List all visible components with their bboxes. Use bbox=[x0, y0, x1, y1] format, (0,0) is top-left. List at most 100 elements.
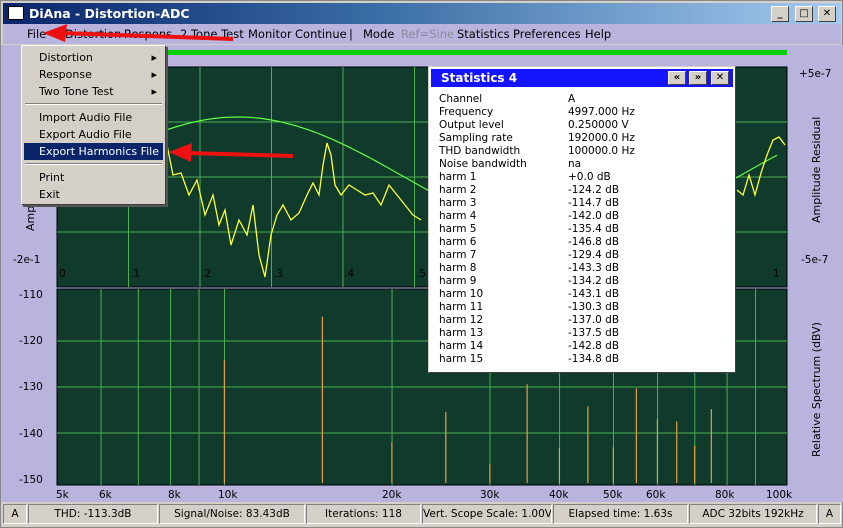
file-menu-import-audio[interactable]: Import Audio File bbox=[24, 109, 163, 126]
upper-right-axis-title: Amplitude Residual bbox=[810, 116, 823, 223]
statistics-value: 4997.000 Hz bbox=[568, 106, 635, 118]
statistics-key: harm 14 bbox=[439, 340, 484, 352]
previous-button[interactable]: « bbox=[668, 71, 686, 85]
lower-x-tick: 5k bbox=[56, 489, 69, 501]
menu-separator: | bbox=[349, 27, 353, 41]
status-elapsed: Elapsed time: 1.63s bbox=[553, 504, 688, 524]
statistics-value: -129.4 dB bbox=[568, 249, 620, 261]
statistics-row: harm 5 -135.4 dB bbox=[439, 223, 729, 236]
file-dropdown-menu: Distortion ▸ Response ▸ Two Tone Test ▸ Imp… bbox=[21, 45, 166, 205]
statistics-row: harm 11 -130.3 dB bbox=[439, 301, 729, 314]
menu-continue[interactable]: Continue bbox=[295, 27, 347, 41]
statistics-key: Channel bbox=[439, 93, 483, 105]
lower-right-axis-title: Relative Spectrum (dBV) bbox=[810, 322, 823, 457]
statistics-key: harm 13 bbox=[439, 327, 484, 339]
statistics-value: -114.7 dB bbox=[568, 197, 620, 209]
status-iterations: Iterations: 118 bbox=[306, 504, 421, 524]
menu-two-tone-test[interactable]: 2 Tone Test bbox=[180, 27, 244, 41]
statistics-value: 192000.0 Hz bbox=[568, 132, 635, 144]
statistics-value: -130.3 dB bbox=[568, 301, 620, 313]
menu-response[interactable]: Respons bbox=[124, 27, 172, 41]
menu-distortion[interactable]: Distortion bbox=[65, 27, 121, 41]
upper-x-tick: .5 bbox=[416, 268, 427, 280]
lower-x-tick: 30k bbox=[480, 489, 500, 501]
statistics-row: THD bandwidth 100000.0 Hz bbox=[439, 145, 729, 158]
statistics-row: harm 1 +0.0 dB bbox=[439, 171, 729, 184]
lower-x-tick: 10k bbox=[218, 489, 238, 501]
statistics-row: Output level 0.250000 V bbox=[439, 119, 729, 132]
file-menu-label: Response bbox=[39, 68, 92, 81]
statistics-title-bar[interactable]: Statistics 4 bbox=[431, 69, 733, 87]
statistics-key: harm 12 bbox=[439, 314, 484, 326]
submenu-arrow-icon: ▸ bbox=[151, 85, 157, 98]
maximize-button[interactable]: □ bbox=[795, 6, 813, 22]
file-menu-distortion[interactable]: Distortion ▸ bbox=[24, 49, 163, 66]
close-button[interactable]: ✕ bbox=[818, 6, 836, 22]
status-adc: ADC 32bits 192kHz bbox=[689, 504, 817, 524]
statistics-value: -137.5 dB bbox=[568, 327, 620, 339]
file-menu-print[interactable]: Print bbox=[24, 169, 163, 186]
menu-statistics[interactable]: Statistics bbox=[457, 27, 510, 41]
statistics-row: Frequency 4997.000 Hz bbox=[439, 106, 729, 119]
app-window: DiAna - Distortion-ADC _ □ ✕ File Distor… bbox=[0, 0, 843, 528]
menu-preferences[interactable]: Preferences bbox=[513, 27, 581, 41]
statistics-value: -124.2 dB bbox=[568, 184, 620, 196]
statistics-value: -143.1 dB bbox=[568, 288, 620, 300]
lower-x-tick: 100k bbox=[766, 489, 793, 501]
statistics-key: Output level bbox=[439, 119, 504, 131]
app-icon bbox=[8, 6, 24, 20]
statistics-window: Statistics 4 « » ✕ Channel A Frequency 4997… bbox=[428, 66, 736, 373]
statistics-key: harm 6 bbox=[439, 236, 477, 248]
statistics-value: -135.4 dB bbox=[568, 223, 620, 235]
file-menu-two-tone-test[interactable]: Two Tone Test ▸ bbox=[24, 83, 163, 100]
statistics-key: harm 3 bbox=[439, 197, 477, 209]
minimize-button[interactable]: _ bbox=[771, 6, 789, 22]
upper-x-tick: 1 bbox=[773, 268, 780, 280]
statistics-value: -142.0 dB bbox=[568, 210, 620, 222]
menu-ref-sine: Ref=Sine bbox=[401, 27, 455, 41]
file-menu-label: Distortion bbox=[39, 51, 93, 64]
lower-x-tick: 6k bbox=[99, 489, 112, 501]
statistics-key: harm 10 bbox=[439, 288, 484, 300]
upper-left-bottom-label: -2e-1 bbox=[13, 254, 41, 266]
menu-mode[interactable]: Mode bbox=[363, 27, 394, 41]
file-menu-response[interactable]: Response ▸ bbox=[24, 66, 163, 83]
statistics-row: harm 15 -134.8 dB bbox=[439, 353, 729, 366]
lower-x-tick: 50k bbox=[603, 489, 623, 501]
statistics-value: -134.8 dB bbox=[568, 353, 620, 365]
statistics-row: harm 9 -134.2 dB bbox=[439, 275, 729, 288]
lower-x-tick: 40k bbox=[549, 489, 569, 501]
status-channel-left: A bbox=[3, 504, 27, 524]
statistics-row: harm 3 -114.7 dB bbox=[439, 197, 729, 210]
statistics-row: harm 8 -143.3 dB bbox=[439, 262, 729, 275]
statistics-close-button[interactable]: ✕ bbox=[711, 71, 729, 85]
lower-x-tick: 20k bbox=[382, 489, 402, 501]
statistics-value: -137.0 dB bbox=[568, 314, 620, 326]
statistics-key: Noise bandwidth bbox=[439, 158, 527, 170]
statistics-row: harm 14 -142.8 dB bbox=[439, 340, 729, 353]
menu-monitor[interactable]: Monitor bbox=[248, 27, 292, 41]
file-menu-label: Two Tone Test bbox=[39, 85, 114, 98]
statistics-title: Statistics 4 bbox=[441, 71, 518, 85]
submenu-arrow-icon: ▸ bbox=[151, 51, 157, 64]
statistics-value: 0.250000 V bbox=[568, 119, 629, 131]
upper-x-tick: 0 bbox=[59, 268, 66, 280]
file-menu-exit[interactable]: Exit bbox=[24, 186, 163, 203]
upper-x-tick: .4 bbox=[344, 268, 355, 280]
statistics-value: +0.0 dB bbox=[568, 171, 611, 183]
menu-file[interactable]: File bbox=[27, 27, 46, 41]
lower-y-tick: -120 bbox=[19, 335, 43, 347]
window-title: DiAna - Distortion-ADC bbox=[29, 6, 190, 21]
statistics-row: harm 2 -124.2 dB bbox=[439, 184, 729, 197]
statistics-value: 100000.0 Hz bbox=[568, 145, 635, 157]
file-menu-export-harmonics[interactable]: Export Harmonics File bbox=[24, 143, 163, 160]
status-channel-right: A bbox=[818, 504, 841, 524]
next-button[interactable]: » bbox=[689, 71, 707, 85]
statistics-row: harm 13 -137.5 dB bbox=[439, 327, 729, 340]
file-menu-export-audio[interactable]: Export Audio File bbox=[24, 126, 163, 143]
statistics-key: harm 7 bbox=[439, 249, 477, 261]
status-thd: THD: -113.3dB bbox=[28, 504, 158, 524]
upper-right-bottom-label: -5e-7 bbox=[801, 254, 829, 266]
menu-help[interactable]: Help bbox=[585, 27, 611, 41]
statistics-value: A bbox=[568, 93, 576, 105]
